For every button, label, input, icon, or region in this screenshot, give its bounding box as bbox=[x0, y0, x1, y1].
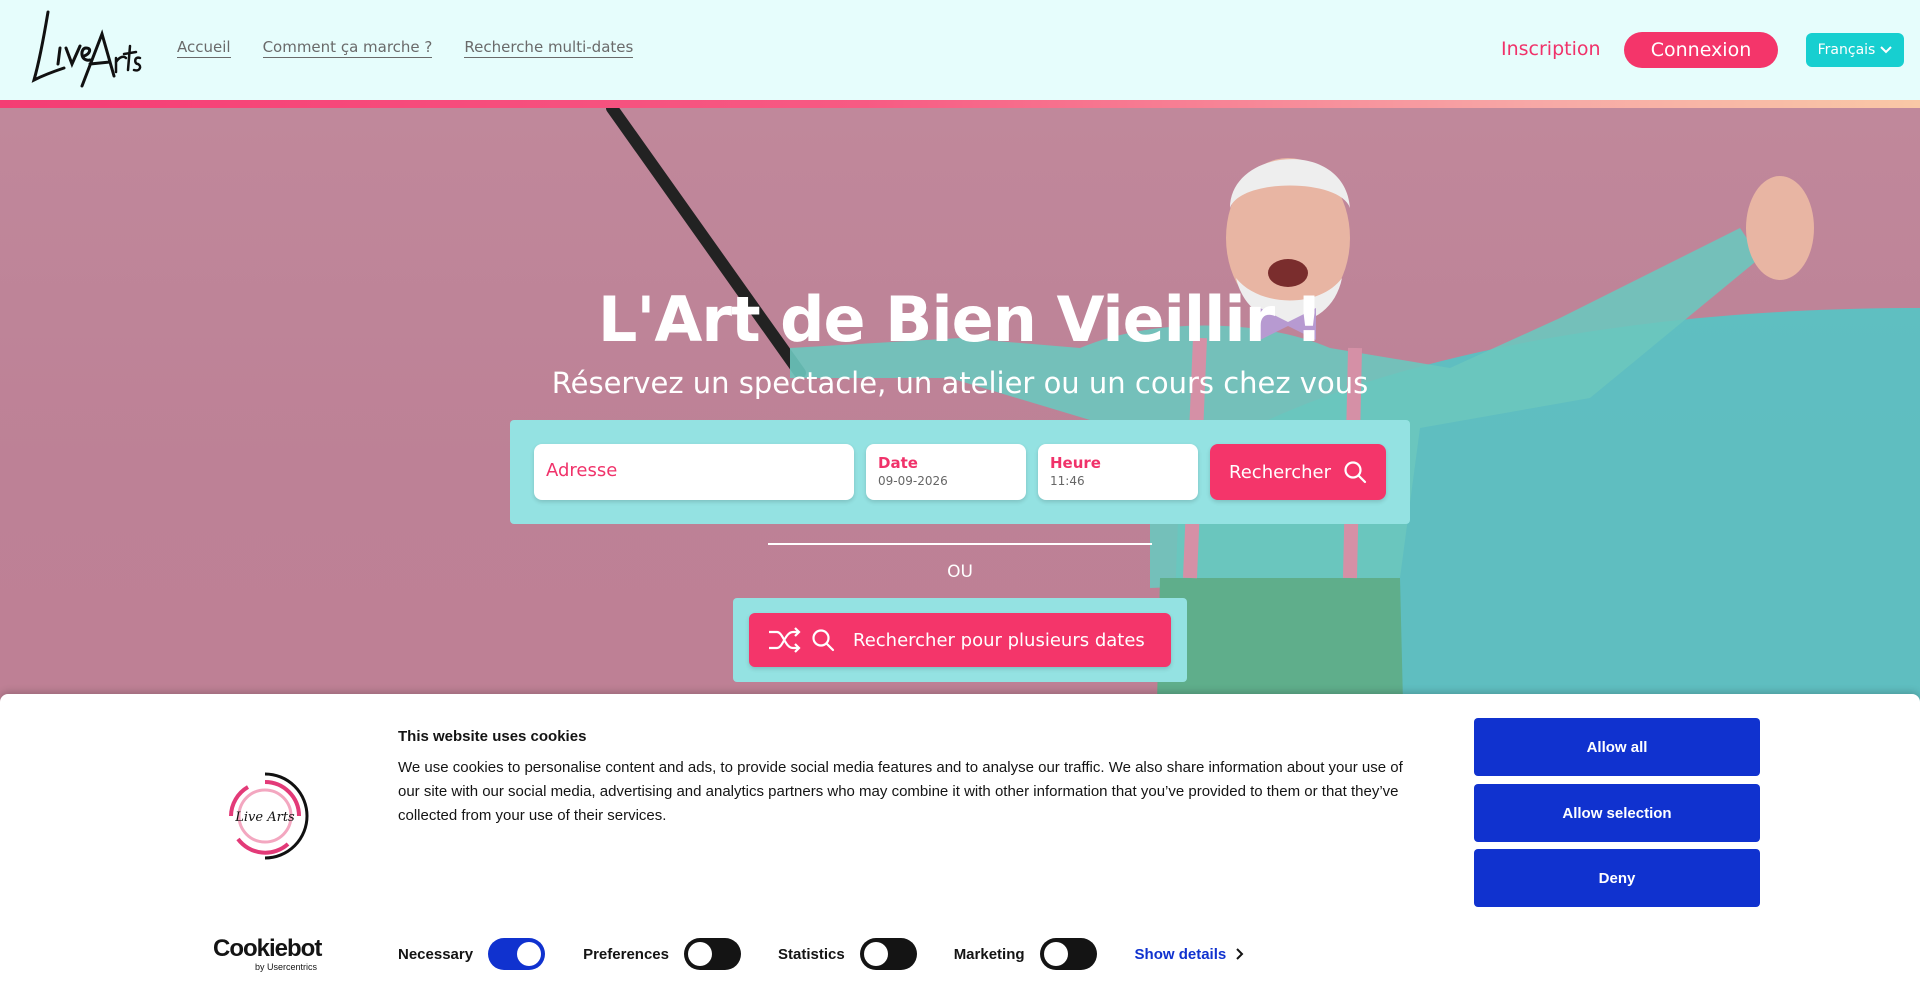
inscription-link[interactable]: Inscription bbox=[1501, 38, 1601, 60]
live-arts-logo[interactable] bbox=[30, 6, 142, 92]
search-icon bbox=[812, 629, 835, 652]
necessary-switch[interactable] bbox=[488, 938, 546, 970]
site-header: Accueil Comment ça marche ? Recherche mu… bbox=[0, 0, 1920, 100]
date-value: 09-09-2026 bbox=[878, 474, 948, 488]
show-details-label: Show details bbox=[1134, 945, 1227, 963]
address-placeholder: Adresse bbox=[546, 460, 618, 481]
shuffle-icon bbox=[769, 627, 801, 653]
or-divider bbox=[768, 543, 1152, 545]
deny-button[interactable]: Deny bbox=[1474, 849, 1760, 907]
search-button-label: Rechercher bbox=[1229, 461, 1331, 483]
nav-recherche-multi-dates[interactable]: Recherche multi-dates bbox=[464, 38, 634, 58]
chevron-down-icon bbox=[1880, 46, 1893, 54]
consent-toggles: Necessary Preferences Statistics Marketi… bbox=[398, 938, 1244, 970]
toggle-marketing-label: Marketing bbox=[953, 945, 1025, 963]
marketing-switch[interactable] bbox=[1039, 938, 1097, 970]
toggle-preferences-label: Preferences bbox=[583, 945, 669, 963]
allow-all-button[interactable]: Allow all bbox=[1474, 718, 1760, 776]
toggle-statistics-label: Statistics bbox=[777, 945, 845, 963]
cookie-title: This website uses cookies bbox=[398, 728, 587, 745]
header-stripe bbox=[0, 100, 1920, 108]
cookiebot-by: by Usercentrics bbox=[254, 962, 317, 972]
search-form: Adresse Date 09-09-2026 Heure 11:46 Rech… bbox=[510, 420, 1410, 524]
date-input[interactable]: Date 09-09-2026 bbox=[866, 444, 1026, 500]
language-label: Français bbox=[1817, 42, 1876, 58]
preferences-switch[interactable] bbox=[683, 938, 741, 970]
multi-date-search-button[interactable]: Rechercher pour plusieurs dates bbox=[749, 613, 1171, 667]
cookiebot-brand: Cookiebot bbox=[213, 935, 322, 962]
live-arts-cookie-logo: Live Arts bbox=[229, 772, 309, 860]
time-label: Heure bbox=[1050, 454, 1101, 472]
cookiebot-logo[interactable]: Cookiebot by Usercentrics bbox=[213, 935, 322, 973]
address-input[interactable]: Adresse bbox=[534, 444, 854, 500]
multi-date-search-label: Rechercher pour plusieurs dates bbox=[853, 629, 1145, 651]
nav-accueil[interactable]: Accueil bbox=[177, 38, 231, 58]
cookie-banner: Live Arts This website uses cookies We u… bbox=[0, 694, 1920, 993]
or-label: OU bbox=[947, 562, 973, 582]
toggle-preferences[interactable]: Preferences bbox=[583, 938, 741, 970]
chevron-right-icon bbox=[1236, 948, 1244, 960]
hero-title: L'Art de Bien Vieillir ! bbox=[597, 283, 1323, 356]
nav-comment-ca-marche[interactable]: Comment ça marche ? bbox=[262, 38, 433, 58]
connexion-button[interactable]: Connexion bbox=[1624, 32, 1778, 68]
allow-selection-button[interactable]: Allow selection bbox=[1474, 784, 1760, 842]
toggle-necessary[interactable]: Necessary bbox=[398, 938, 546, 970]
show-details-link[interactable]: Show details bbox=[1135, 946, 1245, 963]
statistics-switch[interactable] bbox=[859, 938, 917, 970]
toggle-marketing[interactable]: Marketing bbox=[954, 938, 1097, 970]
cookie-text: We use cookies to personalise content an… bbox=[398, 759, 1403, 824]
hero-subtitle: Réservez un spectacle, un atelier ou un … bbox=[551, 366, 1369, 400]
svg-text:Live Arts: Live Arts bbox=[234, 810, 295, 825]
toggle-necessary-label: Necessary bbox=[398, 945, 474, 963]
search-button[interactable]: Rechercher bbox=[1210, 444, 1386, 500]
main-nav: Accueil Comment ça marche ? Recherche mu… bbox=[177, 38, 634, 58]
time-value: 11:46 bbox=[1050, 474, 1085, 488]
language-selector[interactable]: Français bbox=[1806, 33, 1904, 67]
search-icon bbox=[1344, 461, 1367, 484]
toggle-statistics[interactable]: Statistics bbox=[778, 938, 917, 970]
time-input[interactable]: Heure 11:46 bbox=[1038, 444, 1198, 500]
date-label: Date bbox=[878, 454, 918, 472]
multi-date-box: Rechercher pour plusieurs dates bbox=[733, 598, 1187, 682]
